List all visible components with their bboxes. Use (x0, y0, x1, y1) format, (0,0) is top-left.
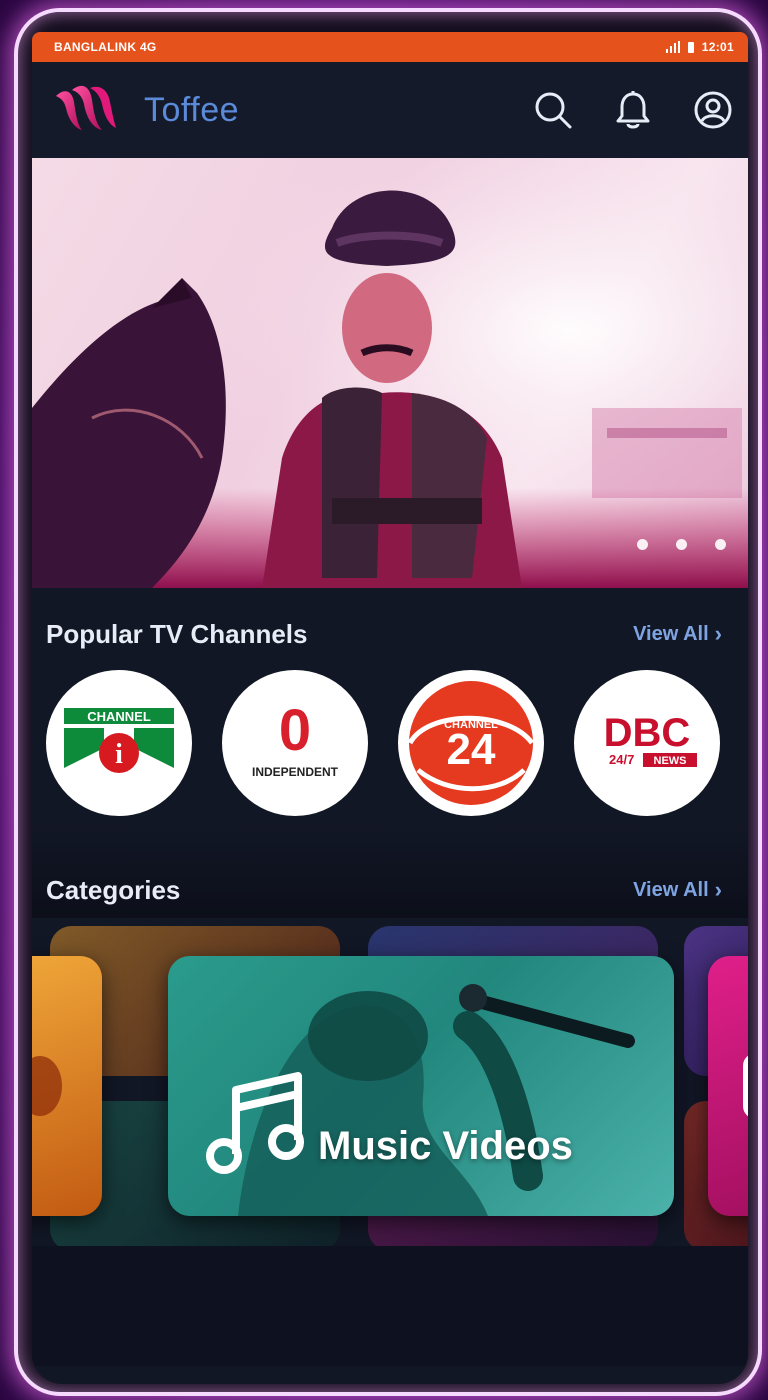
music-note-icon (206, 1072, 304, 1174)
app-header: Toffee (32, 62, 748, 158)
carousel-dot[interactable] (676, 539, 687, 550)
channel-i-logo: CHANNEL i (64, 708, 174, 773)
svg-text:DBC: DBC (604, 711, 691, 755)
app-screen: BANGLALINK 4G 12:01 Toffee Popular TV Ch… (32, 32, 748, 1384)
svg-text:NEWS: NEWS (654, 755, 687, 767)
header-actions (532, 89, 734, 131)
category-carousel: Music Videos (32, 926, 748, 1366)
category-card-right[interactable] (708, 956, 748, 1216)
channel-list: CHANNEL i 0 INDEPENDENT CHANNEL 24 DBC 2… (32, 662, 748, 822)
category-card-left[interactable] (32, 956, 102, 1216)
bell-icon[interactable] (612, 89, 654, 131)
carousel-dots (637, 539, 726, 550)
channel-24-logo: CHANNEL 24 (407, 681, 535, 805)
svg-text:i: i (115, 739, 123, 770)
signal-icon (665, 41, 680, 53)
app-title: Toffee (144, 90, 240, 129)
popular-channels-section: Popular TV Channels View All › CHANNEL i (32, 588, 748, 822)
category-label: Music Videos (318, 1124, 573, 1168)
view-all-label: View All (633, 622, 709, 645)
category-right-icon (743, 1055, 748, 1117)
status-indicators: 12:01 (665, 40, 734, 54)
search-icon[interactable] (532, 89, 574, 131)
view-all-channels-link[interactable]: View All › (633, 621, 722, 647)
view-all-label: View All (633, 878, 709, 901)
section-title: Categories (46, 874, 181, 905)
channel-item-channel-24[interactable]: CHANNEL 24 (398, 670, 544, 816)
clock: 12:01 (701, 40, 734, 54)
profile-icon[interactable] (692, 89, 734, 131)
independent-logo: 0 INDEPENDENT (252, 698, 339, 779)
channel-item-channel-i[interactable]: CHANNEL i (46, 670, 192, 816)
toffee-logo-icon (56, 85, 116, 130)
battery-icon (687, 41, 694, 53)
carrier-label: BANGLALINK 4G (54, 40, 157, 54)
popular-channels-header: Popular TV Channels View All › (32, 606, 748, 662)
svg-text:INDEPENDENT: INDEPENDENT (252, 765, 339, 779)
dbc-logo: DBC 24/7 NEWS (604, 711, 697, 767)
carousel-dot[interactable] (715, 539, 726, 550)
view-all-categories-link[interactable]: View All › (633, 877, 722, 903)
channel-item-independent[interactable]: 0 INDEPENDENT (222, 670, 368, 816)
hero-banner[interactable] (32, 158, 748, 588)
channel-item-dbc[interactable]: DBC 24/7 NEWS (574, 670, 720, 816)
chevron-right-icon: › (714, 621, 722, 646)
categories-header: Categories View All › (32, 862, 748, 918)
section-title: Popular TV Channels (46, 618, 308, 649)
hero-image (32, 158, 748, 588)
svg-text:24: 24 (447, 725, 496, 774)
drama-mask-icon (32, 1056, 62, 1116)
svg-text:0: 0 (279, 698, 311, 763)
svg-text:CHANNEL: CHANNEL (87, 709, 151, 724)
carousel-dot[interactable] (637, 539, 648, 550)
chevron-right-icon: › (714, 877, 722, 902)
status-bar: BANGLALINK 4G 12:01 (32, 32, 748, 62)
svg-text:24/7: 24/7 (609, 752, 634, 767)
bottom-area (32, 1246, 748, 1366)
category-card-music-videos[interactable]: Music Videos (168, 956, 674, 1216)
categories-section: Categories View All › (32, 822, 748, 918)
phone-frame: BANGLALINK 4G 12:01 Toffee Popular TV Ch… (14, 8, 762, 1396)
